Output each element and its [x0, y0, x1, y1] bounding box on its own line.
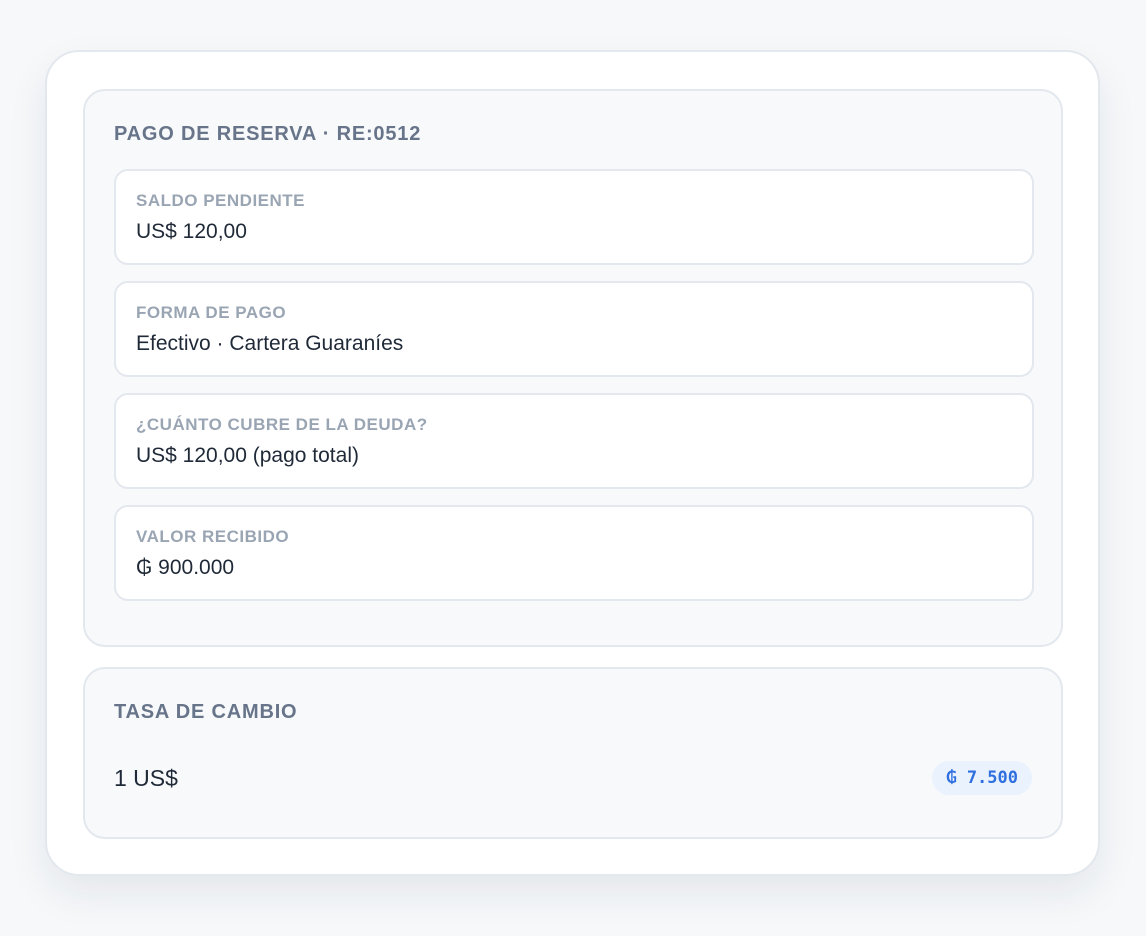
- payment-card: PAGO DE RESERVA · RE:0512 SALDO PENDIENT…: [45, 50, 1100, 876]
- field-value: US$ 120,00: [136, 220, 247, 243]
- rate-value-badge: ₲ 7.500: [932, 761, 1032, 795]
- rate-base-currency: 1 US$: [114, 765, 178, 791]
- amount-received-field[interactable]: VALOR RECIBIDO ₲ 900.000: [114, 505, 1034, 601]
- field-value: Efectivo · Cartera Guaraníes: [136, 332, 404, 355]
- field-value: US$ 120,00 (pago total): [136, 444, 359, 467]
- field-label: SALDO PENDIENTE: [136, 191, 306, 210]
- reservation-payment-panel: PAGO DE RESERVA · RE:0512 SALDO PENDIENT…: [83, 89, 1063, 647]
- field-label: FORMA DE PAGO: [136, 303, 287, 322]
- pending-balance-field: SALDO PENDIENTE US$ 120,00: [114, 169, 1034, 265]
- field-value: ₲ 900.000: [136, 556, 235, 579]
- panel-title: PAGO DE RESERVA · RE:0512: [114, 123, 422, 145]
- exchange-rate-panel: TASA DE CAMBIO 1 US$ ₲ 7.500: [83, 667, 1063, 839]
- field-label: VALOR RECIBIDO: [136, 527, 290, 546]
- panel-title: TASA DE CAMBIO: [114, 701, 298, 723]
- debt-coverage-field[interactable]: ¿CUÁNTO CUBRE DE LA DEUDA? US$ 120,00 (p…: [114, 393, 1034, 489]
- payment-method-field[interactable]: FORMA DE PAGO Efectivo · Cartera Guaraní…: [114, 281, 1034, 377]
- field-label: ¿CUÁNTO CUBRE DE LA DEUDA?: [136, 415, 428, 434]
